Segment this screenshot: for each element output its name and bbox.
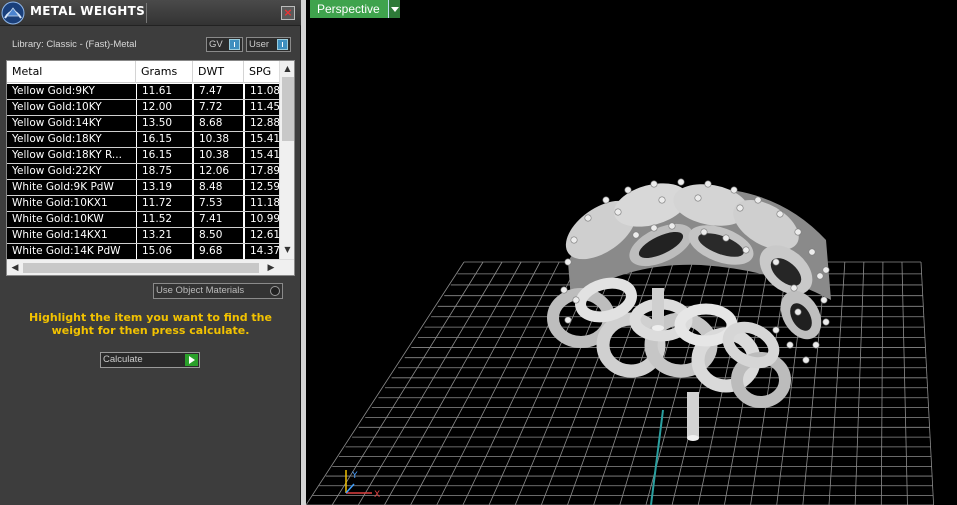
ring-model-scene[interactable]: Y X xyxy=(306,0,957,505)
horizontal-scrollbar[interactable]: ◀ ▶ xyxy=(7,259,294,275)
table-header: Metal Grams DWT SPG xyxy=(7,61,294,83)
horizontal-scroll-thumb[interactable] xyxy=(23,263,259,273)
cell-dwt: 10.38 xyxy=(194,148,243,163)
table-row[interactable]: Yellow Gold:18KY R... 16.15 10.38 15.41 xyxy=(7,148,294,164)
app-logo-icon xyxy=(1,1,25,25)
calculate-button[interactable]: Calculate xyxy=(100,352,200,368)
user-toggle-label: User xyxy=(249,39,270,50)
cell-dwt: 12.06 xyxy=(194,164,243,179)
table-row[interactable]: White Gold:14KX1 13.21 8.50 12.61 xyxy=(7,228,294,244)
scroll-up-arrow-icon[interactable]: ▲ xyxy=(280,61,294,77)
column-header-metal[interactable]: Metal xyxy=(7,61,136,83)
table-row[interactable]: Yellow Gold:18KY 16.15 10.38 15.41 xyxy=(7,132,294,148)
cell-metal: White Gold:14K PdW xyxy=(7,244,136,259)
table-row[interactable]: White Gold:10KW 11.52 7.41 10.99 xyxy=(7,212,294,228)
cell-metal: Yellow Gold:18KY R... xyxy=(7,148,136,163)
use-object-materials-checkbox[interactable]: Use Object Materials xyxy=(153,283,283,299)
cell-dwt: 7.53 xyxy=(194,196,243,211)
cell-dwt: 8.48 xyxy=(194,180,243,195)
cell-grams: 13.19 xyxy=(137,180,192,195)
cell-metal: White Gold:10KX1 xyxy=(7,196,136,211)
cell-dwt: 8.68 xyxy=(194,116,243,131)
ground-grid xyxy=(306,261,934,505)
scroll-down-arrow-icon[interactable]: ▼ xyxy=(280,242,294,258)
instruction-text: Highlight the item you want to find the … xyxy=(29,311,272,337)
view-selector-tab[interactable]: Perspective xyxy=(310,0,400,18)
user-toggle-switch-icon xyxy=(277,39,288,50)
axis-y-label: Y xyxy=(351,471,358,481)
cell-grams: 11.52 xyxy=(137,212,192,227)
table-row[interactable]: White Gold:10KX1 11.72 7.53 11.18 xyxy=(7,196,294,212)
cell-grams: 12.00 xyxy=(137,100,192,115)
cell-dwt: 7.41 xyxy=(194,212,243,227)
cell-metal: White Gold:14KX1 xyxy=(7,228,136,243)
table-row[interactable]: White Gold:9K PdW 13.19 8.48 12.59 xyxy=(7,180,294,196)
cell-metal: Yellow Gold:22KY xyxy=(7,164,136,179)
cell-grams: 13.50 xyxy=(137,116,192,131)
cell-dwt: 7.72 xyxy=(194,100,243,115)
3d-viewport[interactable]: Y X Perspective xyxy=(306,0,957,505)
cell-grams: 11.61 xyxy=(137,84,192,99)
y-axis-line xyxy=(650,409,664,505)
library-label: Library: Classic - (Fast)-Metal xyxy=(12,39,137,50)
cell-grams: 15.06 xyxy=(137,244,192,259)
column-header-spg[interactable]: SPG xyxy=(244,61,280,83)
cell-dwt: 7.47 xyxy=(194,84,243,99)
table-row[interactable]: Yellow Gold:14KY 13.50 8.68 12.88 xyxy=(7,116,294,132)
cell-grams: 11.72 xyxy=(137,196,192,211)
cell-dwt: 9.68 xyxy=(194,244,243,259)
calculate-label: Calculate xyxy=(103,354,143,365)
title-separator xyxy=(146,3,147,23)
column-header-grams[interactable]: Grams xyxy=(136,61,193,83)
table-row[interactable]: Yellow Gold:22KY 18.75 12.06 17.89 xyxy=(7,164,294,180)
column-header-dwt[interactable]: DWT xyxy=(193,61,244,83)
scroll-left-arrow-icon[interactable]: ◀ xyxy=(7,260,23,275)
use-object-materials-label: Use Object Materials xyxy=(156,285,245,296)
vertical-scroll-thumb[interactable] xyxy=(282,77,294,141)
panel-titlebar: METAL WEIGHTS × xyxy=(0,0,301,26)
cell-dwt: 10.38 xyxy=(194,132,243,147)
user-toggle[interactable]: User xyxy=(246,37,291,52)
metal-table: Metal Grams DWT SPG Yellow Gold:9KY 11.61… xyxy=(6,60,295,276)
checkbox-circle-icon xyxy=(270,286,280,296)
table-row[interactable]: White Gold:14K PdW 15.06 9.68 14.37 xyxy=(7,244,294,260)
cell-grams: 13.21 xyxy=(137,228,192,243)
close-button[interactable]: × xyxy=(281,6,295,20)
cell-metal: Yellow Gold:9KY xyxy=(7,84,136,99)
view-selector-label: Perspective xyxy=(317,2,380,16)
gv-toggle-label: GV xyxy=(209,39,223,50)
cell-grams: 16.15 xyxy=(137,132,192,147)
cell-dwt: 8.50 xyxy=(194,228,243,243)
table-body: Yellow Gold:9KY 11.61 7.47 11.08 Yellow Gold… xyxy=(7,84,294,260)
cell-grams: 16.15 xyxy=(137,148,192,163)
cell-metal: Yellow Gold:18KY xyxy=(7,132,136,147)
cell-metal: White Gold:9K PdW xyxy=(7,180,136,195)
play-arrow-icon xyxy=(185,354,198,366)
dropdown-arrow-icon[interactable] xyxy=(388,0,400,18)
table-row[interactable]: Yellow Gold:9KY 11.61 7.47 11.08 xyxy=(7,84,294,100)
cell-metal: Yellow Gold:10KY xyxy=(7,100,136,115)
panel-title: METAL WEIGHTS xyxy=(30,4,146,18)
axis-x-label: X xyxy=(374,490,380,500)
scroll-right-arrow-icon[interactable]: ▶ xyxy=(263,260,279,275)
cell-grams: 18.75 xyxy=(137,164,192,179)
vertical-scrollbar[interactable]: ▲ ▼ xyxy=(279,61,294,259)
gv-toggle-switch-icon xyxy=(229,39,240,50)
cell-metal: Yellow Gold:14KY xyxy=(7,116,136,131)
table-row[interactable]: Yellow Gold:10KY 12.00 7.72 11.45 xyxy=(7,100,294,116)
cell-metal: White Gold:10KW xyxy=(7,212,136,227)
metal-weights-panel: METAL WEIGHTS × Library: Classic - (Fast… xyxy=(0,0,301,505)
gv-toggle[interactable]: GV xyxy=(206,37,243,52)
